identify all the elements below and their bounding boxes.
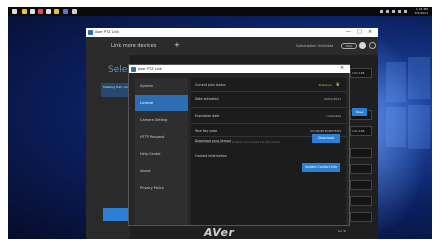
app-icon[interactable] [63, 9, 68, 14]
ip-field[interactable] [350, 180, 372, 190]
plan-status-label: Current plan status [195, 83, 226, 87]
app-title: Aver PTZ Link [95, 30, 119, 34]
file-explorer-icon[interactable] [22, 9, 27, 14]
nav-item-http-request[interactable]: HTTP Request [135, 129, 188, 145]
settings-nav: System License Camera Setting HTTP Reque… [135, 78, 188, 225]
plus-icon[interactable]: + [174, 41, 180, 49]
license-row-plan: Current plan status Premium ♛ [191, 79, 346, 92]
ip-field[interactable] [350, 196, 372, 206]
date-activated-value: 03/01/2021 [323, 97, 341, 101]
network-icon[interactable] [392, 10, 395, 13]
nav-item-about[interactable]: About [135, 163, 188, 179]
desktop: 1:01 PM 3/5/2021 Aver PTZ Link — □ × Lin… [8, 7, 432, 239]
download-license-description: Download your license for offline activa… [195, 141, 281, 144]
battery-icon[interactable] [404, 10, 407, 13]
nav-item-help-center[interactable]: Help Center [135, 146, 188, 162]
license-row-contact: Contact information [191, 152, 346, 162]
app-titlebar[interactable]: Aver PTZ Link — □ × [86, 28, 378, 37]
plan-status-value: Premium [318, 83, 332, 87]
download-button[interactable]: Download [312, 134, 340, 143]
contact-info-label: Contact information [195, 154, 227, 158]
minimize-button[interactable]: — [346, 29, 351, 35]
expiration-label: Expiration date [195, 114, 220, 118]
crown-icon: ♛ [335, 82, 340, 88]
nav-item-license[interactable]: License [135, 95, 188, 111]
ptz-link-taskbar-icon[interactable] [72, 9, 77, 14]
close-button[interactable]: × [368, 29, 372, 35]
volume-icon[interactable] [398, 10, 401, 13]
license-row-activated: Date activated 03/01/2021 [191, 92, 346, 108]
key-code-label: Your key code [195, 129, 218, 133]
nav-item-privacy-policy[interactable]: Privacy Policy [135, 180, 188, 196]
nav-item-system[interactable]: System [135, 78, 188, 94]
ip-field[interactable] [350, 212, 372, 222]
wallpaper-pane [386, 62, 406, 102]
taskbar-clock[interactable]: 1:01 PM 3/5/2021 [415, 7, 428, 15]
wallpaper-pane [408, 105, 430, 149]
subscription-label: Subscription: Unlimited [296, 44, 334, 48]
gear-icon[interactable] [369, 42, 376, 49]
clock-date: 3/5/2021 [414, 11, 428, 15]
update-contact-info-button[interactable]: Update Contact Info [302, 163, 340, 172]
tray-icon[interactable] [380, 10, 383, 13]
date-activated-label: Date activated [195, 97, 219, 101]
mail-icon[interactable] [46, 9, 51, 14]
ip-field[interactable]: 192.168. [350, 126, 372, 136]
help-button[interactable]: Help [341, 43, 357, 49]
app-logo-icon [88, 30, 93, 35]
dialog-titlebar[interactable]: Aver PTZ Link × [129, 65, 350, 73]
ip-field[interactable]: 192.168. [350, 68, 372, 78]
action-button[interactable] [103, 208, 129, 221]
app-header: Link more devices + Subscription: Unlimi… [86, 37, 378, 55]
ip-field[interactable] [350, 164, 372, 174]
dialog-close-button[interactable]: × [340, 65, 344, 71]
license-row-expiration: Expiration date Unlimited [191, 108, 346, 124]
tray-icon[interactable] [386, 10, 389, 13]
maximize-button[interactable]: □ [357, 29, 362, 35]
key-code-value: SCUBQBTDAB0TEGS [310, 129, 341, 133]
dialog-title: Aver PTZ Link [138, 67, 162, 71]
dialog-logo-icon [131, 66, 136, 72]
wallpaper-pane [408, 57, 430, 99]
pager-label: Go To [338, 229, 347, 233]
ip-list-column: 192.168. 192.168. 192.168. [350, 68, 372, 233]
taskbar: 1:01 PM 3/5/2021 [8, 7, 432, 16]
store-icon[interactable] [38, 9, 43, 14]
expiration-value: Unlimited [326, 114, 341, 118]
folder-icon[interactable] [54, 9, 59, 14]
link-more-devices[interactable]: Link more devices [111, 43, 156, 49]
wallpaper-pane [386, 107, 406, 147]
license-panel: Current plan status Premium ♛ Date activ… [191, 78, 346, 225]
user-icon[interactable] [359, 42, 366, 49]
save-button[interactable]: Save [352, 108, 367, 116]
settings-dialog: Aver PTZ Link × System License Camera Se… [128, 64, 350, 226]
start-icon[interactable] [12, 9, 17, 14]
browser-icon[interactable] [30, 9, 35, 14]
aver-logo: AVer [204, 226, 235, 239]
nav-item-camera-setting[interactable]: Camera Setting [135, 112, 188, 128]
ip-field[interactable] [350, 148, 372, 158]
